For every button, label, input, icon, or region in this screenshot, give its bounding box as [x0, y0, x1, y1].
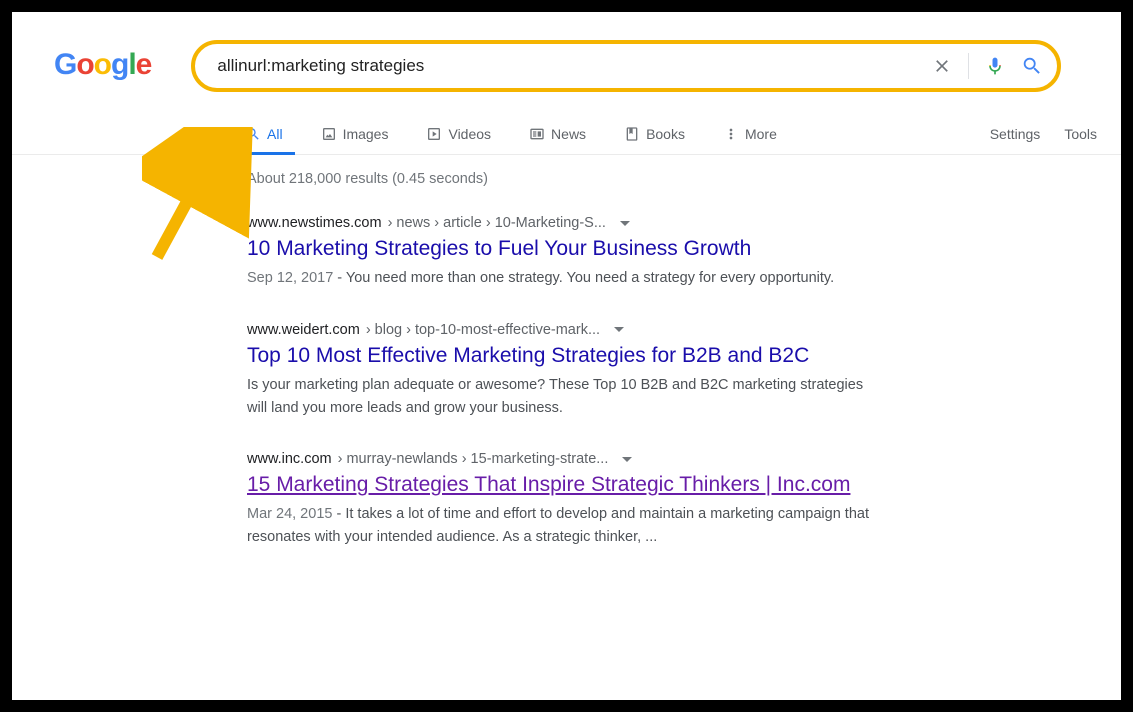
chevron-down-icon[interactable]: [614, 327, 624, 332]
search-icon[interactable]: [1021, 55, 1043, 77]
chevron-down-icon[interactable]: [620, 221, 630, 226]
result-snippet: Mar 24, 2015 - It takes a lot of time an…: [247, 503, 887, 548]
tab-more[interactable]: More: [715, 114, 789, 154]
search-bar: [191, 40, 1061, 92]
result-date: Mar 24, 2015: [247, 506, 332, 522]
result-path: › news › article › 10-Marketing-S...: [388, 215, 606, 231]
search-result: www.inc.com › murray-newlands › 15-marke…: [247, 451, 887, 548]
search-input[interactable]: [217, 56, 932, 76]
tab-books[interactable]: Books: [616, 114, 697, 154]
result-url[interactable]: www.newstimes.com › news › article › 10-…: [247, 215, 887, 231]
tools-link[interactable]: Tools: [1064, 126, 1097, 142]
google-logo[interactable]: Google: [54, 48, 151, 82]
result-domain: www.newstimes.com: [247, 215, 382, 231]
tab-videos[interactable]: Videos: [418, 114, 503, 154]
search-result: www.newstimes.com › news › article › 10-…: [247, 215, 887, 290]
search-result: www.weidert.com › blog › top-10-most-eff…: [247, 322, 887, 419]
result-stats: About 218,000 results (0.45 seconds): [247, 171, 892, 187]
tab-all[interactable]: All: [237, 114, 295, 154]
result-path: › murray-newlands › 15-marketing-strate.…: [338, 451, 609, 467]
result-domain: www.inc.com: [247, 451, 332, 467]
result-snippet: Sep 12, 2017 - You need more than one st…: [247, 267, 887, 289]
tab-label: More: [745, 126, 777, 142]
chevron-down-icon[interactable]: [622, 457, 632, 462]
result-url[interactable]: www.weidert.com › blog › top-10-most-eff…: [247, 322, 887, 338]
clear-icon[interactable]: [932, 56, 952, 76]
tab-label: News: [551, 126, 586, 142]
tab-news[interactable]: News: [521, 114, 598, 154]
tab-label: Books: [646, 126, 685, 142]
result-path: › blog › top-10-most-effective-mark...: [366, 322, 600, 338]
search-tabs: All Images Videos News Books More Settin…: [12, 114, 1121, 155]
result-date: Sep 12, 2017: [247, 270, 333, 286]
tab-label: Videos: [448, 126, 491, 142]
mic-icon[interactable]: [985, 55, 1005, 77]
divider: [968, 53, 969, 79]
tab-label: Images: [343, 126, 389, 142]
result-snippet: Is your marketing plan adequate or aweso…: [247, 374, 887, 419]
result-domain: www.weidert.com: [247, 322, 360, 338]
tab-label: All: [267, 126, 283, 142]
tab-images[interactable]: Images: [313, 114, 401, 154]
result-title[interactable]: 15 Marketing Strategies That Inspire Str…: [247, 471, 887, 499]
settings-link[interactable]: Settings: [990, 126, 1041, 142]
result-title[interactable]: Top 10 Most Effective Marketing Strategi…: [247, 342, 887, 370]
result-url[interactable]: www.inc.com › murray-newlands › 15-marke…: [247, 451, 887, 467]
result-title[interactable]: 10 Marketing Strategies to Fuel Your Bus…: [247, 235, 887, 263]
